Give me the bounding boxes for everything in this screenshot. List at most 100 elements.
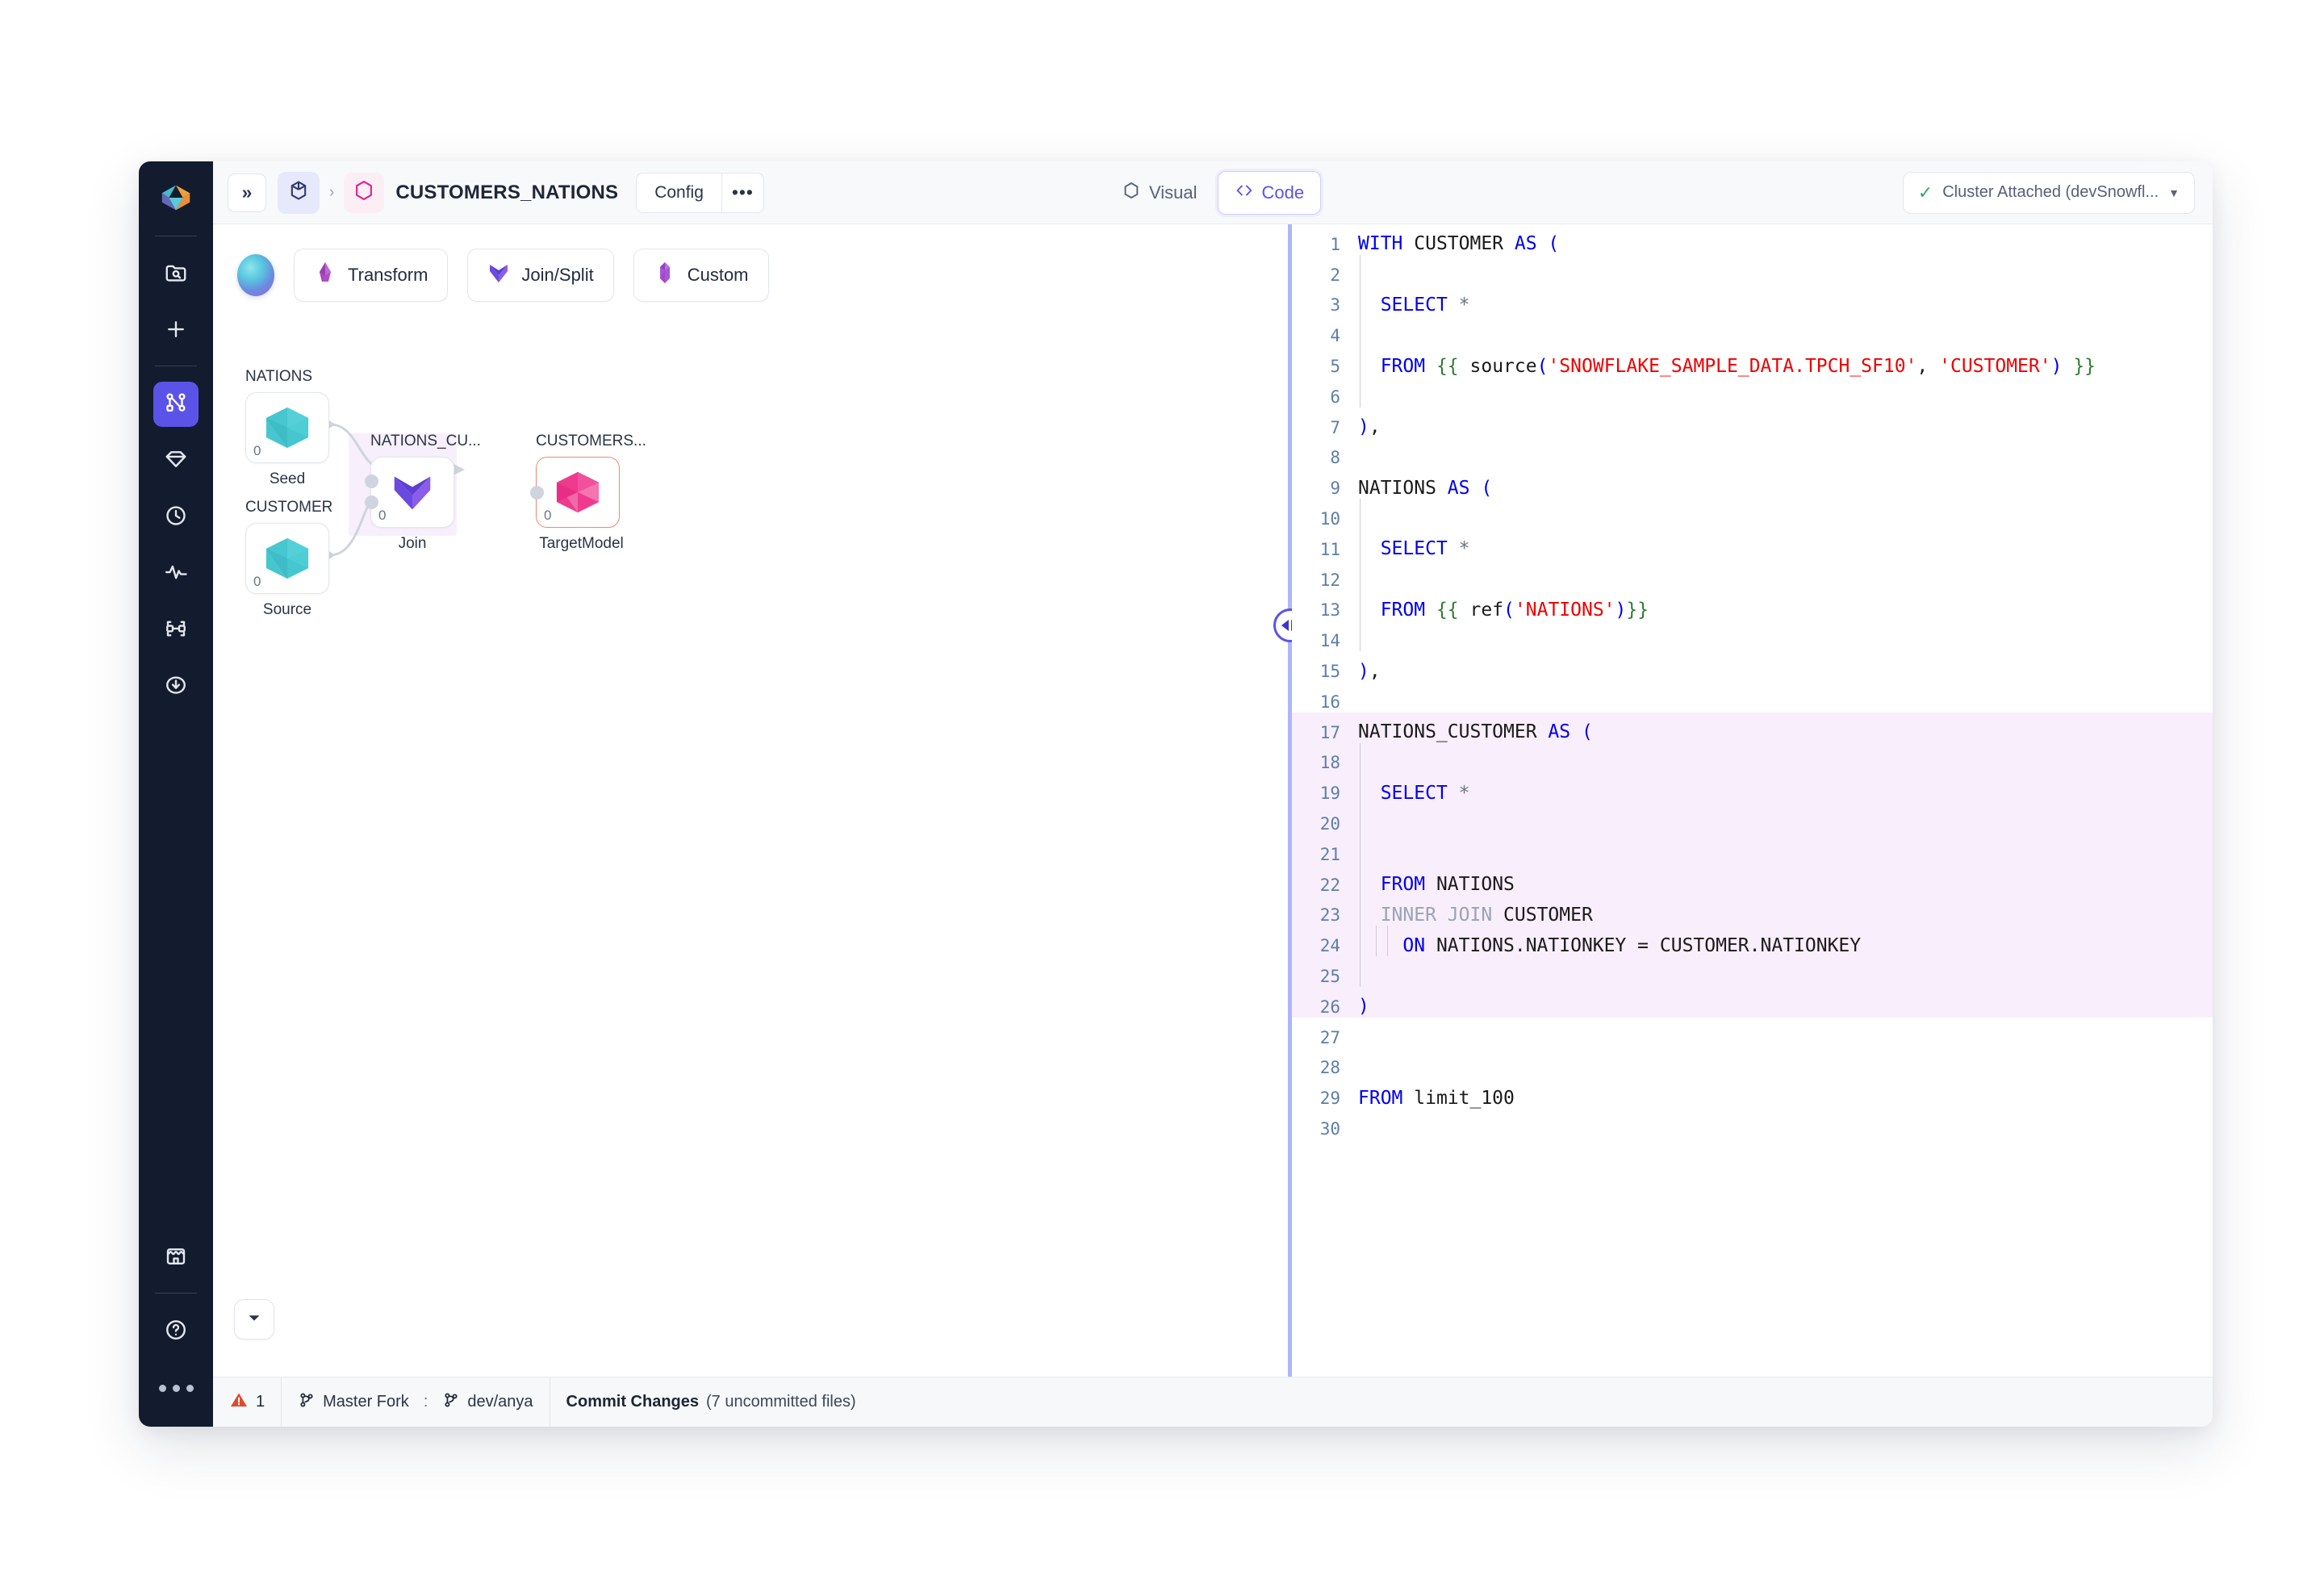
code-line[interactable]: 24 ON NATIONS.NATIONKEY = CUSTOMER.NATIO… [1292,930,2213,961]
add-custom-button[interactable]: Custom [633,249,769,302]
assistant-orb-icon[interactable] [237,254,274,296]
cluster-status-dropdown[interactable]: ✓ Cluster Attached (devSnowfl... ▼ [1902,171,2195,214]
code-line-text: NATIONS AS ( [1358,477,1493,499]
node-title: CUSTOMER [245,499,333,516]
code-line[interactable]: 26) [1292,992,2213,1022]
page-title: CUSTOMERS_NATIONS [395,181,619,203]
line-number: 25 [1319,967,1340,987]
code-line[interactable]: 23 INNER JOIN CUSTOMER [1292,901,2213,931]
node-nations-seed[interactable]: NATIONS 0 Seed [245,368,329,488]
tab-visual[interactable]: Visual [1105,171,1214,215]
code-line[interactable]: 17 NATIONS_CUSTOMER AS ( [1292,717,2213,748]
code-line[interactable]: 9 NATIONS AS ( [1292,473,2213,504]
sidebar-item-more[interactable] [153,1365,199,1411]
flow-canvas[interactable]: Transform Join/Split Custom NATIONS 0 Se… [213,224,1288,1377]
code-line-text: SELECT * [1380,782,1470,804]
code-line[interactable]: 5 FROM {{ source('SNOWFLAKE_SAMPLE_DATA.… [1292,351,2213,382]
status-warnings[interactable]: 1 [213,1377,282,1427]
commit-changes-button[interactable]: Commit Changes (7 uncommitted files) [550,1377,872,1427]
node-box[interactable]: 0 [365,457,454,528]
code-line[interactable]: 21 [1292,839,2213,870]
code-line[interactable]: 29 FROM limit_100 [1292,1083,2213,1114]
commit-changes-label: Commit Changes [566,1393,700,1411]
input-port[interactable] [365,474,378,488]
sidebar-item-activity[interactable] [153,551,199,596]
status-bar: 1 Master Fork : dev/anya Commit Changes … [213,1377,2213,1427]
breadcrumb-separator: › [329,183,335,201]
line-number: 1 [1330,234,1340,254]
code-line[interactable]: 25 [1292,961,2213,992]
tab-code[interactable]: Code [1217,170,1322,215]
sidebar-item-help[interactable] [153,1309,199,1354]
status-branch[interactable]: Master Fork : dev/anya [282,1377,550,1427]
code-line[interactable]: 14 [1292,625,2213,656]
check-icon: ✓ [1917,182,1933,203]
node-nations-customer-join[interactable]: NATIONS_CU... 0 Join [365,433,481,553]
custom-crystal-icon [654,261,676,290]
code-line[interactable]: 11 SELECT * [1292,534,2213,565]
expand-panel-button[interactable]: » [228,173,266,212]
sidebar-item-download[interactable] [153,664,199,709]
code-line[interactable]: 7), [1292,412,2213,443]
node-customer-source[interactable]: CUSTOMER 0 Source [245,499,332,619]
commit-changes-detail: (7 uncommitted files) [706,1393,856,1411]
double-chevron-right-icon: » [241,182,253,203]
line-number: 7 [1330,417,1340,437]
code-line-text: FROM {{ ref('NATIONS')}} [1380,599,1649,621]
code-lines-container: 1 WITH CUSTOMER AS (2 3 SELECT * 4 5 FROM {{… [1292,224,2213,1144]
line-number: 30 [1319,1119,1340,1139]
flow-edges [326,419,465,561]
breadcrumb-project-button[interactable] [278,171,320,214]
code-line[interactable]: 18 [1292,748,2213,779]
code-line[interactable]: 12 [1292,565,2213,596]
code-line[interactable]: 15), [1292,656,2213,687]
node-box[interactable]: 0 [245,523,329,594]
sidebar-item-marketplace[interactable] [153,1235,199,1281]
add-transform-button[interactable]: Transform [294,249,449,302]
branch-divider: : [423,1393,428,1411]
sidebar-item-history[interactable] [153,495,199,540]
canvas-options-button[interactable] [234,1299,274,1340]
input-port[interactable] [365,495,378,509]
config-button-group: Config ••• [636,172,764,213]
code-line[interactable]: 13 FROM {{ ref('NATIONS')}} [1292,596,2213,626]
code-line[interactable]: 22 FROM NATIONS [1292,870,2213,901]
code-line[interactable]: 4 [1292,320,2213,351]
warning-triangle-icon [229,1390,249,1415]
code-line[interactable]: 10 [1292,504,2213,534]
node-subtitle: Seed [245,470,329,488]
line-number: 8 [1330,448,1340,468]
code-line[interactable]: 30 [1292,1114,2213,1144]
node-count: 0 [378,508,387,523]
code-line[interactable]: 16 [1292,687,2213,717]
node-box[interactable]: 0 [245,392,329,463]
code-line[interactable]: 20 [1292,809,2213,839]
code-line[interactable]: 19 SELECT * [1292,778,2213,809]
code-line[interactable]: 3 SELECT * [1292,291,2213,321]
code-line[interactable]: 6 [1292,382,2213,412]
model-type-badge[interactable] [344,172,385,213]
node-subtitle: TargetModel [536,535,624,553]
sidebar-item-models[interactable] [153,438,199,483]
node-customers-nations-target[interactable]: CUSTOMERS... 0 TargetModel [530,433,646,553]
code-line[interactable]: 28 [1292,1053,2213,1084]
config-button[interactable]: Config [637,173,721,212]
top-toolbar: » › CUSTOMERS_NATIONS Config ••• Visual … [213,161,2213,224]
code-line[interactable]: 1 WITH CUSTOMER AS ( [1292,229,2213,260]
config-more-button[interactable]: ••• [721,173,763,212]
code-line[interactable]: 27 [1292,1022,2213,1053]
input-port[interactable] [530,486,544,499]
sidebar-item-lineage[interactable] [153,608,199,653]
line-number: 10 [1319,509,1340,529]
code-line[interactable]: 8 [1292,443,2213,474]
code-line-text: ON NATIONS.NATIONKEY = CUSTOMER.NATIONKE… [1402,934,1862,956]
sidebar-item-workflow[interactable] [153,382,199,427]
node-box[interactable]: 0 [530,457,620,528]
sidebar-item-search-folder[interactable] [153,252,199,297]
code-line[interactable]: 2 [1292,260,2213,291]
add-join-split-button[interactable]: Join/Split [467,249,614,302]
line-number: 11 [1319,539,1340,559]
line-number: 5 [1330,357,1340,377]
sidebar-item-add[interactable] [153,308,199,353]
sql-code-editor[interactable]: 1 WITH CUSTOMER AS (2 3 SELECT * 4 5 FROM {{… [1292,224,2213,1377]
